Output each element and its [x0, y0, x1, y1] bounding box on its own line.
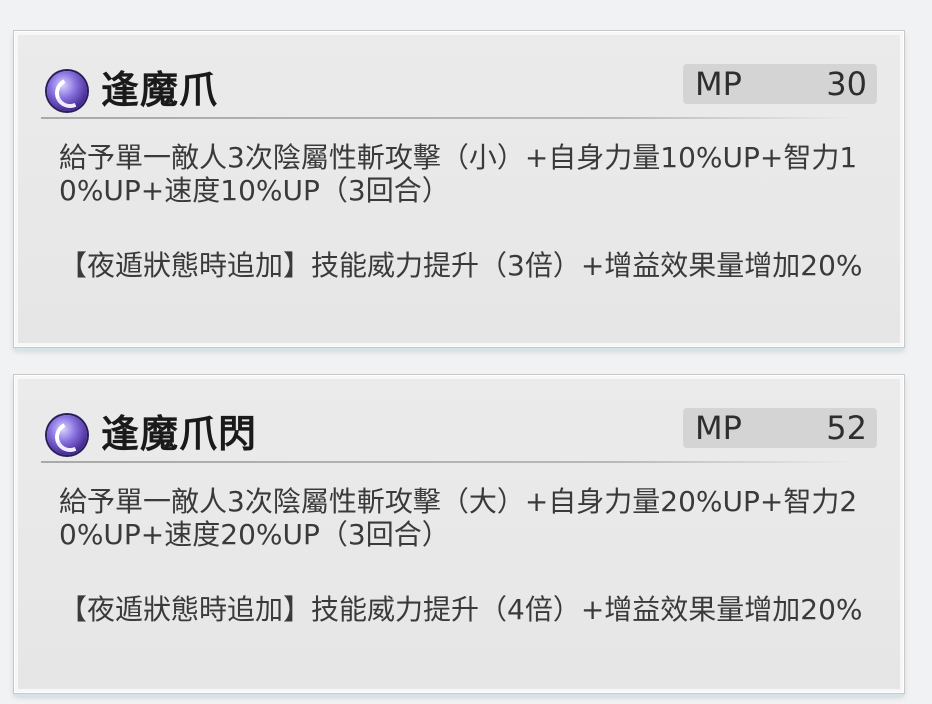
skill-card[interactable]: 逢魔爪閃 MP 52 給予單一敵人3次陰屬性斬攻擊（大）+自身力量20%UP+智…: [14, 375, 904, 693]
skill-description: 給予單一敵人3次陰屬性斬攻擊（大）+自身力量20%UP+智力20%UP+速度20…: [59, 485, 858, 551]
divider: [41, 461, 853, 463]
skill-bonus-description: 【夜遁狀態時追加】技能威力提升（3倍）+增益效果量增加20%: [59, 249, 863, 282]
dark-element-icon: [47, 71, 87, 111]
skill-bonus-description: 【夜遁狀態時追加】技能威力提升（4倍）+增益效果量增加20%: [59, 593, 863, 626]
skill-description: 給予單一敵人3次陰屬性斬攻擊（小）+自身力量10%UP+智力10%UP+速度10…: [59, 141, 858, 207]
skill-name: 逢魔爪閃: [101, 411, 258, 456]
dark-element-icon: [47, 415, 87, 455]
mp-cost-badge: MP 30: [683, 64, 877, 104]
skill-header: 逢魔爪閃 MP 52: [45, 406, 877, 456]
mp-label: MP: [695, 409, 742, 447]
skill-card[interactable]: 逢魔爪 MP 30 給予單一敵人3次陰屬性斬攻擊（小）+自身力量10%UP+智力…: [14, 31, 904, 347]
mp-label: MP: [695, 65, 742, 103]
mp-value: 30: [826, 65, 867, 103]
skill-name: 逢魔爪: [101, 67, 219, 112]
skill-header: 逢魔爪 MP 30: [45, 62, 877, 112]
divider: [41, 117, 853, 119]
mp-value: 52: [826, 409, 867, 447]
mp-cost-badge: MP 52: [683, 408, 877, 448]
